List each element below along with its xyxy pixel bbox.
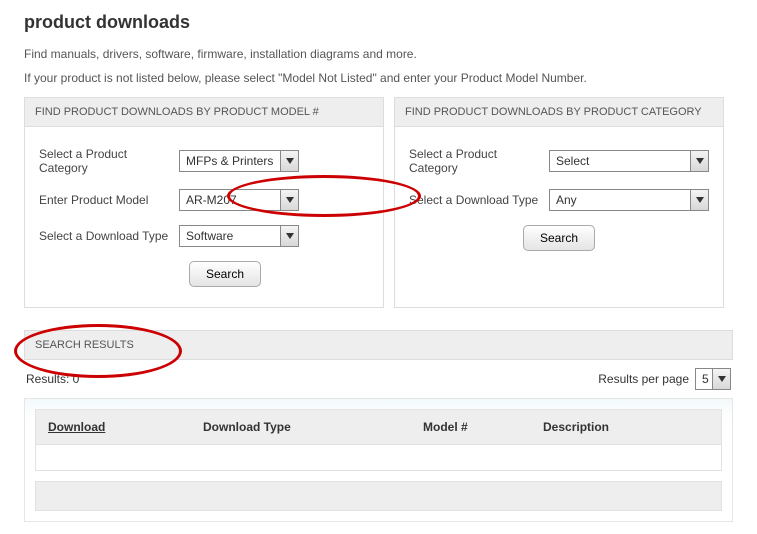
type-label-right: Select a Download Type (409, 193, 549, 207)
type-value-right: Any (556, 193, 577, 207)
column-description: Description (531, 410, 721, 444)
model-value-left: AR-M207 (186, 193, 237, 207)
panel-header-category: FIND PRODUCT DOWNLOADS BY PRODUCT CATEGO… (395, 98, 723, 127)
category-label-left: Select a Product Category (39, 147, 179, 175)
results-count: Results: 0 (26, 372, 79, 386)
type-select-left[interactable]: Software (179, 225, 299, 247)
search-button-left[interactable]: Search (189, 261, 261, 287)
chevron-down-icon (690, 190, 708, 210)
results-table-footer (35, 481, 722, 511)
type-value-left: Software (186, 229, 233, 243)
category-label-right: Select a Product Category (409, 147, 549, 175)
category-select-left[interactable]: MFPs & Printers (179, 150, 299, 172)
column-model: Model # (411, 410, 531, 444)
type-select-right[interactable]: Any (549, 189, 709, 211)
chevron-down-icon (280, 190, 298, 210)
results-per-page-select[interactable]: 5 (695, 368, 731, 390)
chevron-down-icon (280, 151, 298, 171)
category-select-right[interactable]: Select (549, 150, 709, 172)
model-label-left: Enter Product Model (39, 193, 179, 207)
results-table-body (35, 445, 722, 471)
intro-text-1: Find manuals, drivers, software, firmwar… (24, 47, 733, 61)
model-select-left[interactable]: AR-M207 (179, 189, 299, 211)
category-value-right: Select (556, 154, 589, 168)
intro-text-2: If your product is not listed below, ple… (24, 71, 733, 85)
search-by-model-panel: FIND PRODUCT DOWNLOADS BY PRODUCT MODEL … (24, 97, 384, 308)
results-per-page-value: 5 (702, 372, 709, 386)
search-by-category-panel: FIND PRODUCT DOWNLOADS BY PRODUCT CATEGO… (394, 97, 724, 308)
column-download[interactable]: Download (36, 410, 191, 444)
category-value-left: MFPs & Printers (186, 154, 273, 168)
chevron-down-icon (690, 151, 708, 171)
page-title: product downloads (24, 12, 733, 33)
chevron-down-icon (712, 369, 730, 389)
column-download-type: Download Type (191, 410, 411, 444)
panel-header-model: FIND PRODUCT DOWNLOADS BY PRODUCT MODEL … (25, 98, 383, 127)
type-label-left: Select a Download Type (39, 229, 179, 243)
search-button-right[interactable]: Search (523, 225, 595, 251)
results-header: SEARCH RESULTS (24, 330, 733, 360)
chevron-down-icon (280, 226, 298, 246)
results-per-page-label: Results per page (598, 372, 689, 386)
results-table: Download Download Type Model # Descripti… (24, 398, 733, 522)
